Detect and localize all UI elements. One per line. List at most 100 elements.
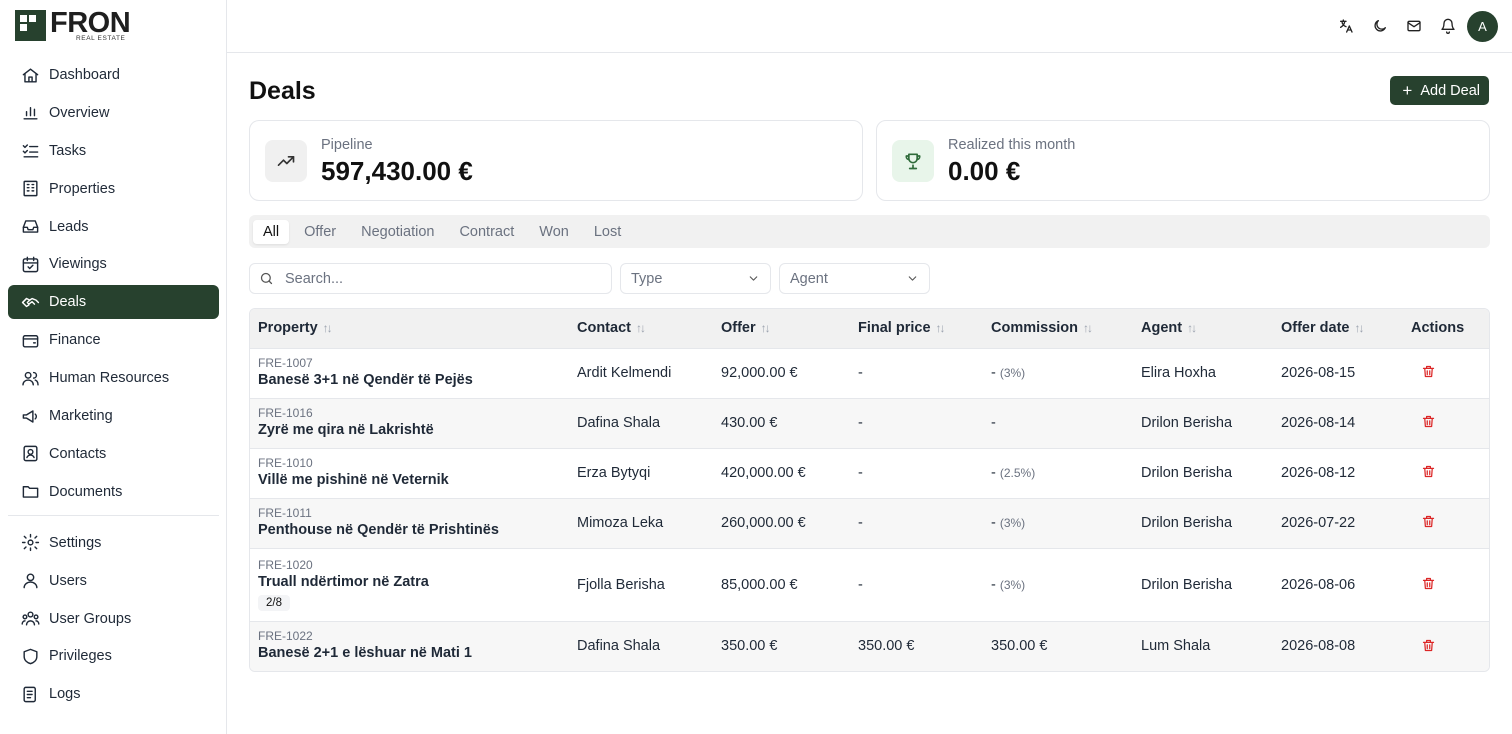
log-icon bbox=[20, 684, 40, 704]
sidebar-item-contacts[interactable]: Contacts bbox=[8, 437, 219, 471]
add-deal-button[interactable]: + Add Deal bbox=[1390, 76, 1489, 105]
realized-card: Realized this month 0.00 € bbox=[876, 120, 1490, 201]
cell-offer-date: 2026-08-08 bbox=[1273, 620, 1403, 671]
cell-commission: - (3%) bbox=[983, 497, 1133, 548]
sort-icon[interactable]: ↑↓ bbox=[1187, 321, 1197, 335]
trash-icon[interactable] bbox=[1419, 636, 1437, 654]
column-header-label: Final price bbox=[858, 320, 931, 337]
sidebar-item-label: Documents bbox=[49, 483, 123, 500]
cell-property: FRE-1007 Banesë 3+1 në Qendër të Pejës bbox=[250, 347, 569, 398]
tab-contract[interactable]: Contract bbox=[449, 220, 524, 244]
sidebar-item-dashboard[interactable]: Dashboard bbox=[8, 58, 219, 92]
sidebar-item-logs[interactable]: Logs bbox=[8, 677, 219, 711]
column-header-final-price[interactable]: Final price ↑↓ bbox=[850, 309, 983, 348]
deals-table: Property ↑↓ Contact ↑↓ Offer ↑↓ Final price ↑↓ C… bbox=[249, 308, 1490, 672]
property-name[interactable]: Truall ndërtimor në Zatra bbox=[258, 572, 569, 592]
sort-icon[interactable]: ↑↓ bbox=[636, 321, 646, 335]
sidebar-item-marketing[interactable]: Marketing bbox=[8, 399, 219, 433]
column-header-commission[interactable]: Commission ↑↓ bbox=[983, 309, 1133, 348]
sidebar-item-privileges[interactable]: Privileges bbox=[8, 639, 219, 673]
pipeline-value: 597,430.00 € bbox=[321, 156, 473, 186]
column-header-agent[interactable]: Agent ↑↓ bbox=[1133, 309, 1273, 348]
cell-contact: Ardit Kelmendi bbox=[569, 347, 713, 398]
sidebar-item-settings[interactable]: Settings bbox=[8, 526, 219, 560]
handshake-icon bbox=[20, 292, 40, 312]
commission-rate: (3%) bbox=[999, 366, 1026, 380]
sidebar-item-deals[interactable]: Deals bbox=[8, 285, 219, 320]
column-header-offer[interactable]: Offer ↑↓ bbox=[713, 309, 850, 348]
property-name[interactable]: Penthouse në Qendër të Prishtinës bbox=[258, 520, 569, 540]
sidebar-item-label: Leads bbox=[49, 218, 89, 235]
type-select[interactable]: Type bbox=[620, 263, 771, 294]
sort-icon[interactable]: ↑↓ bbox=[1355, 321, 1365, 335]
table-row[interactable]: FRE-1016 Zyrë me qira në Lakrishtë Dafina … bbox=[250, 397, 1489, 448]
trash-icon[interactable] bbox=[1419, 574, 1437, 592]
sidebar-nav: Dashboard Overview Tasks Properties Leads Vie… bbox=[8, 58, 219, 715]
table-row[interactable]: FRE-1011 Penthouse në Qendër të Prishtinë… bbox=[250, 497, 1489, 548]
sidebar-item-label: Privileges bbox=[49, 648, 112, 665]
cell-final-price: - bbox=[850, 547, 983, 621]
sidebar-item-overview[interactable]: Overview bbox=[8, 96, 219, 130]
cell-commission: - bbox=[983, 397, 1133, 448]
trash-icon[interactable] bbox=[1419, 463, 1437, 481]
sidebar-item-human-resources[interactable]: Human Resources bbox=[8, 361, 219, 395]
translate-icon[interactable] bbox=[1329, 10, 1363, 42]
column-header-label: Offer bbox=[721, 320, 756, 337]
sort-icon[interactable]: ↑↓ bbox=[761, 321, 771, 335]
status-tabs: All Offer Negotiation Contract Won Lost bbox=[249, 215, 1490, 248]
column-header-property[interactable]: Property ↑↓ bbox=[250, 309, 569, 348]
sidebar-item-tasks[interactable]: Tasks bbox=[8, 134, 219, 168]
sort-icon[interactable]: ↑↓ bbox=[1083, 321, 1093, 335]
commission-value: - bbox=[991, 465, 996, 481]
dark-mode-icon[interactable] bbox=[1363, 10, 1397, 42]
table-row[interactable]: FRE-1010 Villë me pishinë në Veternik Erza… bbox=[250, 447, 1489, 498]
table-row[interactable]: FRE-1007 Banesë 3+1 në Qendër të Pejës Ard… bbox=[250, 347, 1489, 398]
sidebar-item-finance[interactable]: Finance bbox=[8, 323, 219, 357]
search-input[interactable] bbox=[285, 270, 585, 287]
property-name[interactable]: Villë me pishinë në Veternik bbox=[258, 470, 569, 490]
cell-agent: Drilon Berisha bbox=[1133, 447, 1273, 498]
sidebar-item-label: Human Resources bbox=[49, 370, 170, 387]
tab-won[interactable]: Won bbox=[529, 220, 579, 244]
property-code: FRE-1020 bbox=[258, 558, 313, 572]
trash-icon[interactable] bbox=[1419, 363, 1437, 381]
calendar-check-icon bbox=[20, 254, 40, 274]
table-row[interactable]: FRE-1020 Truall ndërtimor në Zatra 2/8 Fjol… bbox=[250, 547, 1489, 621]
realized-value: 0.00 € bbox=[948, 156, 1021, 186]
tab-lost[interactable]: Lost bbox=[584, 220, 631, 244]
cell-property: FRE-1020 Truall ndërtimor në Zatra 2/8 bbox=[250, 547, 569, 621]
sidebar-item-users[interactable]: Users bbox=[8, 564, 219, 598]
search-box[interactable] bbox=[249, 263, 612, 294]
tab-negotiation[interactable]: Negotiation bbox=[351, 220, 444, 244]
commission-value: 350.00 € bbox=[991, 638, 1048, 655]
brand-logo[interactable]: FRON REAL ESTATE bbox=[15, 9, 131, 42]
cell-offer: 350.00 € bbox=[713, 620, 850, 671]
cell-offer-date: 2026-08-12 bbox=[1273, 447, 1403, 498]
property-name[interactable]: Banesë 3+1 në Qendër të Pejës bbox=[258, 370, 569, 390]
sidebar-item-label: Contacts bbox=[49, 445, 107, 462]
property-name[interactable]: Zyrë me qira në Lakrishtë bbox=[258, 420, 569, 440]
trash-icon[interactable] bbox=[1419, 413, 1437, 431]
tab-all[interactable]: All bbox=[253, 219, 290, 244]
cell-final-price: - bbox=[850, 397, 983, 448]
mail-icon[interactable] bbox=[1397, 10, 1431, 42]
agent-select[interactable]: Agent bbox=[779, 263, 930, 294]
trash-icon[interactable] bbox=[1419, 513, 1437, 531]
sort-icon[interactable]: ↑↓ bbox=[936, 321, 946, 335]
bell-icon[interactable] bbox=[1431, 10, 1465, 42]
column-header-offer-date[interactable]: Offer date ↑↓ bbox=[1273, 309, 1403, 348]
column-header-contact[interactable]: Contact ↑↓ bbox=[569, 309, 713, 348]
avatar[interactable]: A bbox=[1467, 10, 1498, 42]
sidebar-item-leads[interactable]: Leads bbox=[8, 210, 219, 244]
sidebar-item-user-groups[interactable]: User Groups bbox=[8, 602, 219, 636]
sidebar-item-label: Deals bbox=[49, 294, 87, 311]
table-row[interactable]: FRE-1022 Banesë 2+1 e lëshuar në Mati 1 Da… bbox=[250, 620, 1489, 671]
sidebar-item-viewings[interactable]: Viewings bbox=[8, 247, 219, 281]
tab-offer[interactable]: Offer bbox=[294, 220, 346, 244]
sidebar-item-properties[interactable]: Properties bbox=[8, 172, 219, 206]
property-name[interactable]: Banesë 2+1 e lëshuar në Mati 1 bbox=[258, 643, 569, 663]
sort-icon[interactable]: ↑↓ bbox=[323, 321, 333, 335]
sidebar-item-documents[interactable]: Documents bbox=[8, 475, 219, 509]
inbox-icon bbox=[20, 217, 40, 237]
cell-commission: - (2.5%) bbox=[983, 447, 1133, 498]
